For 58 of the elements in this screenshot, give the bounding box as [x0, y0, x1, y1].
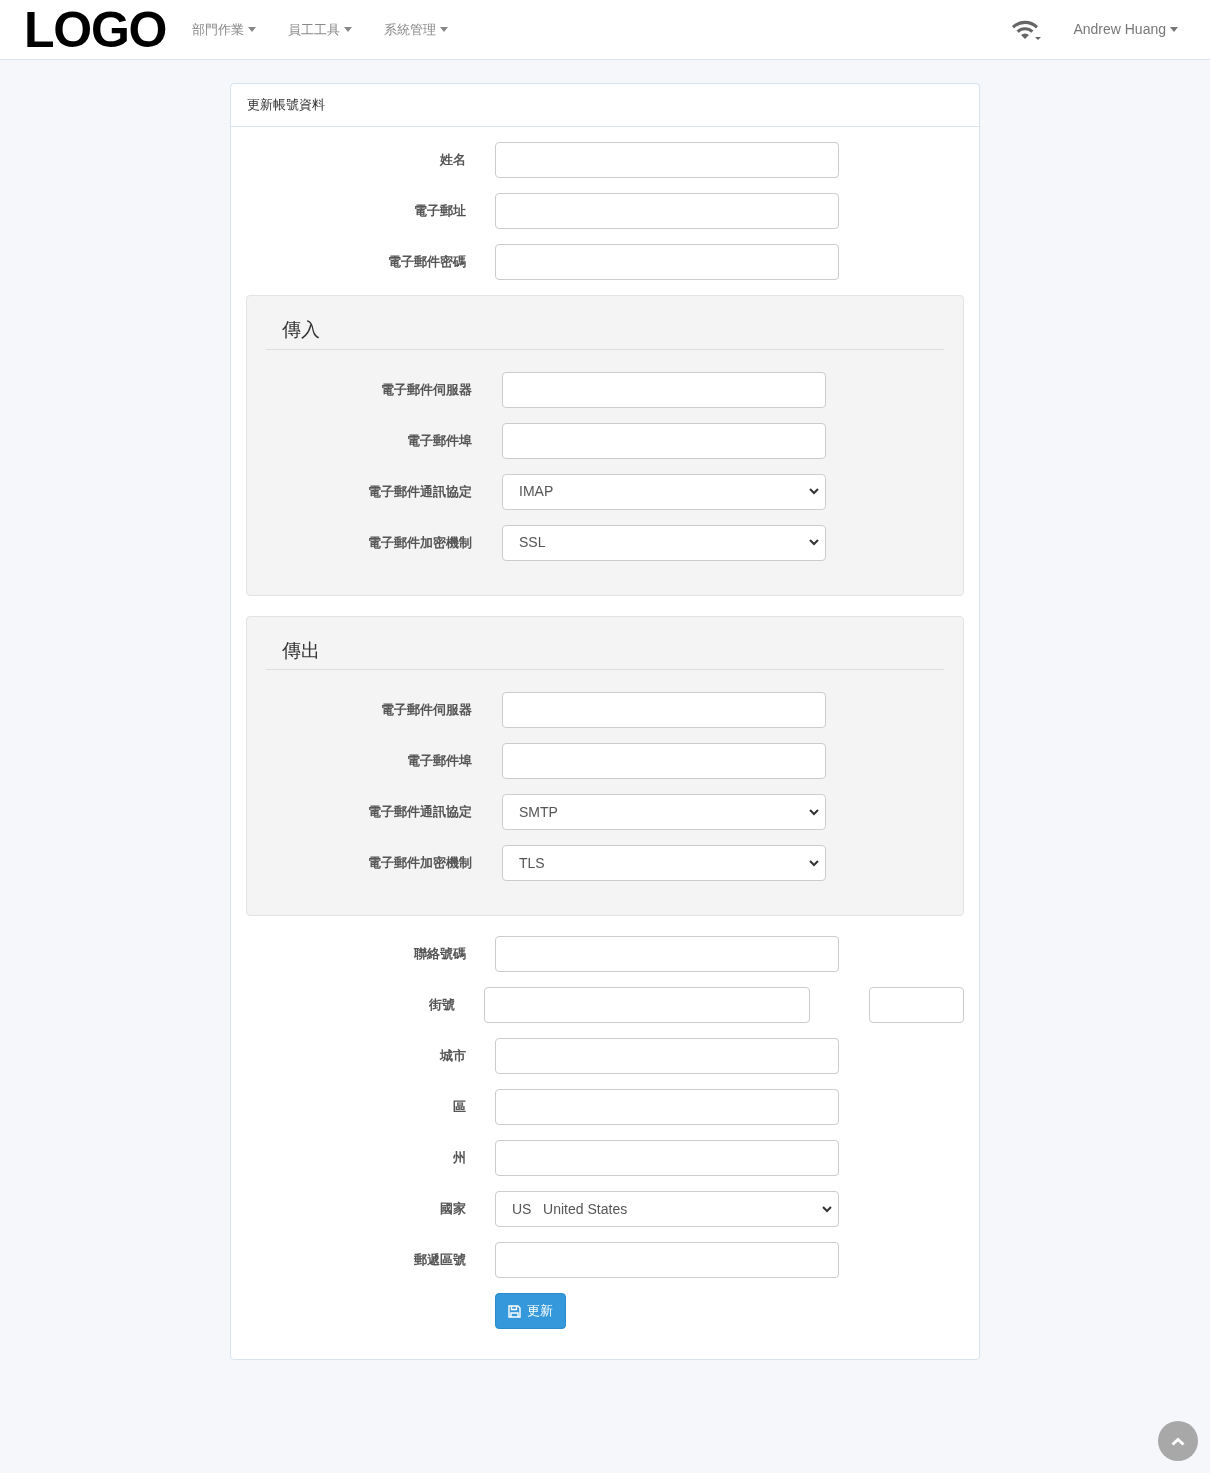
text-field[interactable] — [869, 987, 964, 1023]
nav-menu[interactable]: 員工工具 — [278, 19, 363, 40]
field-label: 電子郵件加密機制 — [367, 533, 472, 552]
user-menu[interactable]: Andrew Huang — [1073, 19, 1178, 40]
field-label: 電子郵件伺服器 — [380, 380, 472, 399]
caret-icon — [344, 27, 353, 32]
card-title: 更新帳號資料 — [247, 96, 325, 115]
field-label: 電子郵件通訊協定 — [367, 803, 472, 822]
select-field[interactable]: US United States — [495, 1191, 839, 1227]
text-field[interactable] — [502, 371, 826, 408]
text-field[interactable] — [495, 936, 839, 972]
field-label: 區 — [452, 1098, 466, 1117]
caret-icon — [1170, 27, 1178, 32]
text-field[interactable] — [495, 244, 839, 280]
nav-menu[interactable]: 系統管理 — [374, 19, 459, 40]
field-label: 電子郵址 — [413, 202, 466, 221]
select-field[interactable]: SSL — [502, 524, 826, 561]
text-field[interactable] — [502, 692, 826, 728]
field-label: 城市 — [438, 1047, 466, 1066]
field-label: 聯絡號碼 — [413, 945, 466, 964]
field-label: 國家 — [439, 1200, 466, 1219]
section-legend: 傳出 — [282, 639, 320, 661]
field-label: 電子郵件埠 — [406, 752, 472, 771]
text-field[interactable] — [495, 1242, 839, 1278]
text-field[interactable] — [495, 1140, 839, 1176]
chevron-icon — [809, 539, 819, 546]
chevron-icon — [822, 1205, 832, 1213]
wifi-icon[interactable] — [1011, 18, 1042, 41]
select-field[interactable]: SMTP — [502, 794, 826, 830]
field-label: 電子郵件伺服器 — [380, 701, 472, 720]
chevron-up-icon — [1171, 1436, 1185, 1446]
chevron-icon — [809, 808, 819, 816]
text-field[interactable] — [495, 142, 839, 178]
text-field[interactable] — [495, 1089, 839, 1125]
logo[interactable]: LOGO — [24, 4, 167, 55]
field-label: 電子郵件埠 — [406, 431, 472, 450]
field-label: 電子郵件加密機制 — [367, 854, 472, 873]
section-legend: 傳入 — [282, 319, 320, 340]
text-field[interactable] — [495, 1038, 839, 1074]
field-label: 街號 — [427, 996, 455, 1015]
nav-menu[interactable]: 部門作業 — [182, 19, 267, 40]
save-icon — [508, 1304, 521, 1318]
field-label: 姓名 — [439, 151, 466, 170]
field-label: 郵遞區號 — [413, 1251, 466, 1270]
chevron-icon — [809, 488, 819, 495]
caret-icon — [440, 27, 449, 32]
field-label: 電子郵件密碼 — [387, 253, 466, 272]
select-field[interactable]: IMAP — [502, 473, 826, 510]
caret-icon — [248, 27, 257, 32]
field-label: 州 — [452, 1149, 466, 1168]
text-field[interactable] — [483, 987, 810, 1023]
chevron-icon — [809, 859, 819, 867]
field-label: 電子郵件通訊協定 — [367, 482, 472, 501]
select-field[interactable]: TLS — [502, 845, 826, 881]
text-field[interactable] — [502, 422, 826, 459]
scroll-to-top-button[interactable] — [1158, 1421, 1198, 1461]
text-field[interactable] — [502, 743, 826, 779]
text-field[interactable] — [495, 193, 839, 229]
